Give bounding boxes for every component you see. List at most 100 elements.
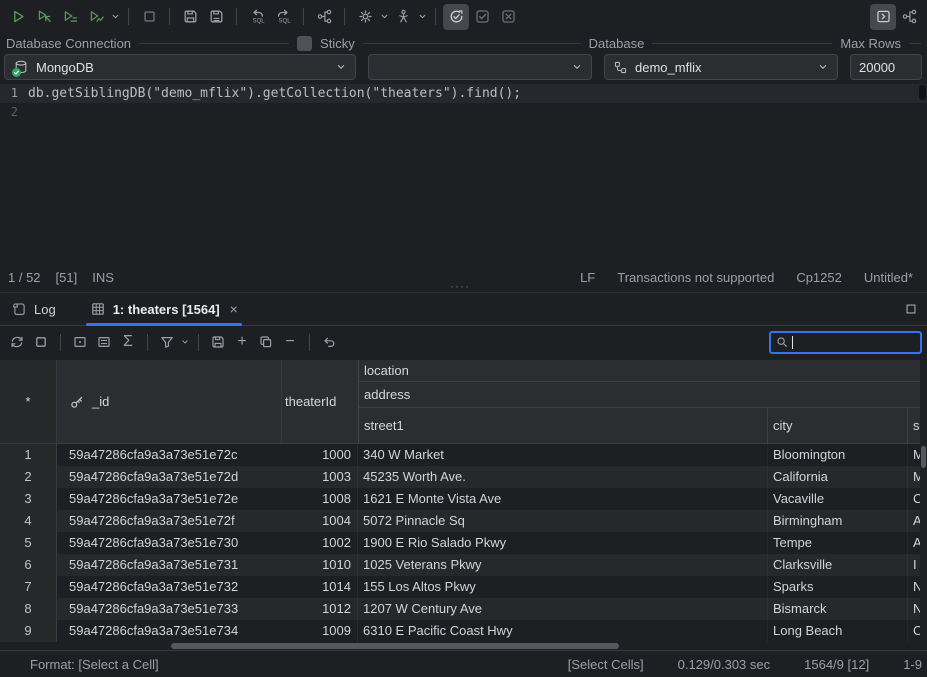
cell-id[interactable]: 59a47286cfa9a3a73e51e734 [57, 620, 282, 642]
cell-city[interactable]: Birmingham [768, 510, 908, 532]
table-row[interactable]: 9 59a47286cfa9a3a73e51e734 1009 6310 E P… [0, 620, 920, 642]
cell-theaterid[interactable]: 1002 [282, 532, 358, 554]
export-data-button[interactable] [206, 330, 230, 354]
database-select[interactable]: demo_mflix [604, 54, 838, 80]
cell-theaterid[interactable]: 1010 [282, 554, 358, 576]
cell-city[interactable]: Sparks [768, 576, 908, 598]
cell-city[interactable]: Long Beach [768, 620, 908, 642]
cell-theaterid[interactable]: 1012 [282, 598, 358, 620]
corner-header[interactable]: * [0, 360, 57, 443]
revert-button[interactable] [317, 330, 341, 354]
encoding[interactable]: Cp1252 [796, 270, 842, 285]
commit-button[interactable] [469, 4, 495, 30]
execute-script-stats-button[interactable] [83, 4, 109, 30]
cell-id[interactable]: 59a47286cfa9a3a73e51e732 [57, 576, 282, 598]
execute-new-tab-button[interactable] [31, 4, 57, 30]
vertical-scrollbar[interactable] [920, 444, 927, 650]
cell-street1[interactable]: 5072 Pinnacle Sq [358, 510, 768, 532]
column-header-location[interactable]: location [358, 360, 920, 382]
services-button[interactable] [896, 4, 922, 30]
horizontal-scrollbar[interactable] [0, 642, 920, 650]
cell-street1[interactable]: 6310 E Pacific Coast Hwy [358, 620, 768, 642]
max-rows-input[interactable] [850, 54, 922, 80]
result-search-input[interactable] [793, 334, 916, 351]
tab-log[interactable]: Log [0, 293, 67, 325]
cell-state[interactable]: A [908, 532, 920, 554]
cell-city[interactable]: California [768, 466, 908, 488]
cell-city[interactable]: Vacaville [768, 488, 908, 510]
cell-street1[interactable]: 1621 E Monte Vista Ave [358, 488, 768, 510]
column-header-theaterid[interactable]: theaterId [282, 360, 358, 443]
filter-button[interactable] [155, 330, 179, 354]
cell-id[interactable]: 59a47286cfa9a3a73e51e730 [57, 532, 282, 554]
execute-script-button[interactable] [57, 4, 83, 30]
execution-plan-button[interactable] [311, 4, 337, 30]
connection-select[interactable]: MongoDB [4, 54, 356, 80]
table-row[interactable]: 7 59a47286cfa9a3a73e51e732 1014 155 Los … [0, 576, 920, 598]
row-number[interactable]: 6 [0, 554, 57, 576]
table-row[interactable]: 4 59a47286cfa9a3a73e51e72f 1004 5072 Pin… [0, 510, 920, 532]
settings-chevron[interactable] [378, 4, 390, 30]
cell-city[interactable]: Bloomington [768, 444, 908, 466]
splitter-handle[interactable]: ···· [450, 279, 470, 293]
row-number[interactable]: 2 [0, 466, 57, 488]
column-header-city[interactable]: city [768, 408, 908, 443]
row-number[interactable]: 1 [0, 444, 57, 466]
settings-button[interactable] [352, 4, 378, 30]
execute-options-chevron[interactable] [109, 4, 121, 30]
cell-theaterid[interactable]: 1008 [282, 488, 358, 510]
cell-id[interactable]: 59a47286cfa9a3a73e51e72e [57, 488, 282, 510]
duplicate-row-button[interactable] [254, 330, 278, 354]
cell-state[interactable]: A [908, 510, 920, 532]
table-row[interactable]: 3 59a47286cfa9a3a73e51e72e 1008 1621 E M… [0, 488, 920, 510]
cell-street1[interactable]: 1025 Veterans Pkwy [358, 554, 768, 576]
cell-theaterid[interactable]: 1014 [282, 576, 358, 598]
record-view-button[interactable] [92, 330, 116, 354]
cell-state[interactable]: N [908, 576, 920, 598]
cell-state[interactable]: N [908, 598, 920, 620]
autocommit-toggle[interactable] [443, 4, 469, 30]
grid-view-button[interactable] [68, 330, 92, 354]
cell-state[interactable]: C [908, 488, 920, 510]
rollback-button[interactable] [495, 4, 521, 30]
table-row[interactable]: 1 59a47286cfa9a3a73e51e72c 1000 340 W Ma… [0, 444, 920, 466]
tab-result-theaters[interactable]: 1: theaters [1564] × [79, 293, 249, 325]
redo-sql-button[interactable] [270, 4, 296, 30]
cell-id[interactable]: 59a47286cfa9a3a73e51e72c [57, 444, 282, 466]
presentation-button[interactable] [390, 4, 416, 30]
cell-city[interactable]: Bismarck [768, 598, 908, 620]
row-number[interactable]: 7 [0, 576, 57, 598]
cell-street1[interactable]: 340 W Market [358, 444, 768, 466]
column-header-street1[interactable]: street1 [358, 408, 768, 443]
cell-state[interactable]: M [908, 466, 920, 488]
table-row[interactable]: 8 59a47286cfa9a3a73e51e733 1012 1207 W C… [0, 598, 920, 620]
table-row[interactable]: 2 59a47286cfa9a3a73e51e72d 1003 45235 Wo… [0, 466, 920, 488]
cell-state[interactable]: C [908, 620, 920, 642]
cell-state[interactable]: I [908, 554, 920, 576]
delete-row-button[interactable]: − [278, 330, 302, 354]
save-button[interactable] [177, 4, 203, 30]
column-header-id[interactable]: _id [57, 360, 282, 443]
refresh-button[interactable] [5, 330, 29, 354]
cell-street1[interactable]: 155 Los Altos Pkwy [358, 576, 768, 598]
cell-theaterid[interactable]: 1003 [282, 466, 358, 488]
schema-select[interactable] [368, 54, 592, 80]
presentation-chevron[interactable] [416, 4, 428, 30]
cell-street1[interactable]: 45235 Worth Ave. [358, 466, 768, 488]
cell-id[interactable]: 59a47286cfa9a3a73e51e72f [57, 510, 282, 532]
editor-scrollbar-thumb[interactable] [919, 85, 926, 100]
vertical-scrollbar-thumb[interactable] [921, 446, 926, 468]
result-search-box[interactable] [769, 331, 922, 354]
table-row[interactable]: 5 59a47286cfa9a3a73e51e730 1002 1900 E R… [0, 532, 920, 554]
horizontal-scrollbar-thumb[interactable] [171, 643, 619, 649]
line-ending[interactable]: LF [580, 270, 595, 285]
row-number[interactable]: 5 [0, 532, 57, 554]
cell-theaterid[interactable]: 1004 [282, 510, 358, 532]
cell-state[interactable]: M [908, 444, 920, 466]
cell-id[interactable]: 59a47286cfa9a3a73e51e733 [57, 598, 282, 620]
table-row[interactable]: 6 59a47286cfa9a3a73e51e731 1010 1025 Vet… [0, 554, 920, 576]
execute-statement-button[interactable] [5, 4, 31, 30]
save-as-button[interactable] [203, 4, 229, 30]
column-header-state[interactable]: s [908, 408, 920, 443]
column-header-address[interactable]: address [358, 382, 920, 408]
